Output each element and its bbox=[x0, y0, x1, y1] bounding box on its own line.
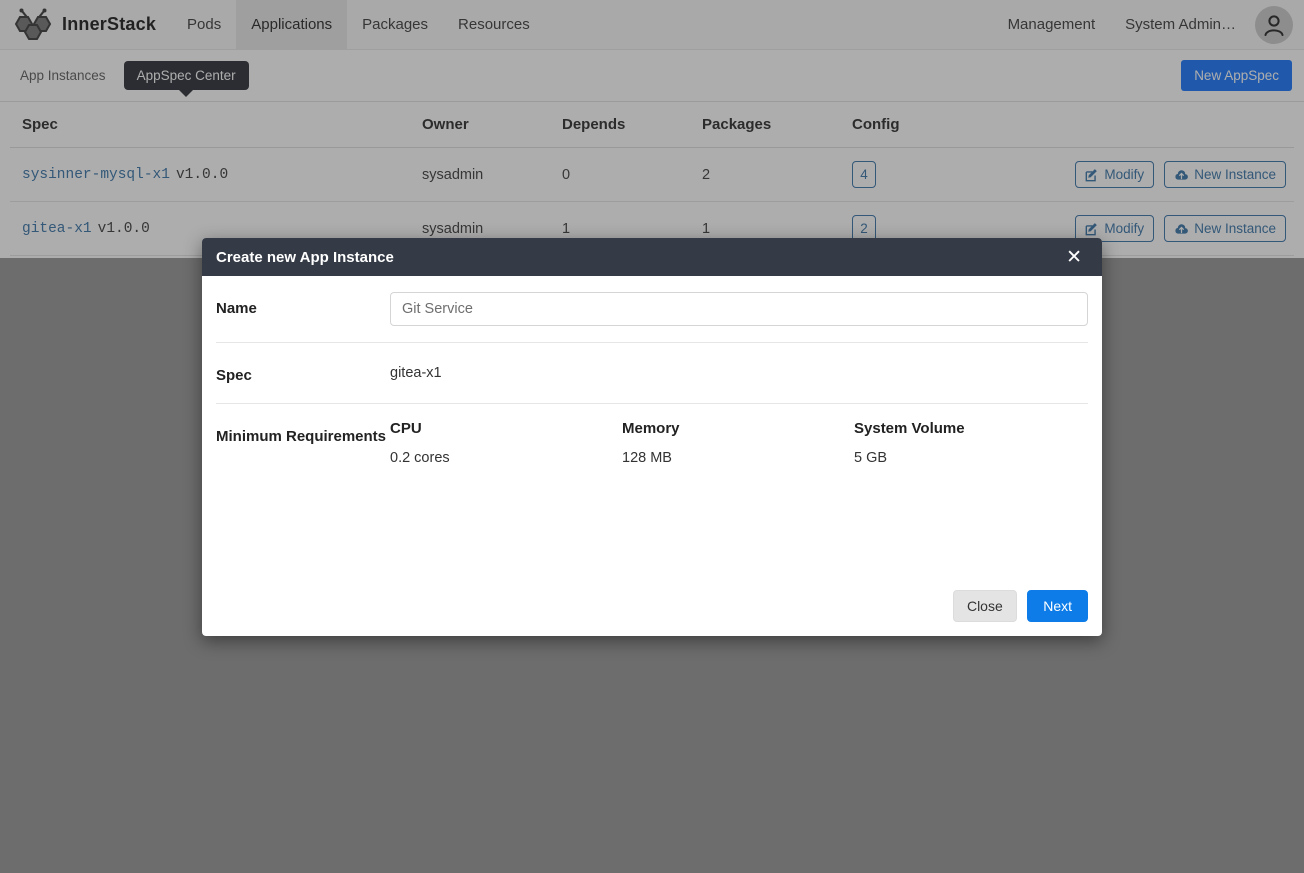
modal-header: Create new App Instance ✕ bbox=[202, 238, 1102, 276]
requirement-system-volume-title: System Volume bbox=[854, 419, 965, 437]
minimum-requirements-control: CPU 0.2 cores Memory 128 MB System Volum… bbox=[390, 420, 1088, 466]
minimum-requirements-label: Minimum Requirements bbox=[216, 427, 387, 445]
requirement-system-volume-value: 5 GB bbox=[854, 449, 888, 466]
requirement-system-volume: System Volume 5 GB bbox=[854, 420, 1086, 466]
field-row-name: Name bbox=[216, 276, 1088, 343]
name-input[interactable] bbox=[390, 292, 1088, 326]
requirement-cpu: CPU 0.2 cores bbox=[390, 420, 622, 466]
modal-title: Create new App Instance bbox=[216, 248, 394, 266]
name-control bbox=[390, 292, 1088, 326]
field-row-minimum-requirements: Minimum Requirements CPU 0.2 cores Memor… bbox=[216, 404, 1088, 482]
next-button[interactable]: Next bbox=[1027, 590, 1088, 622]
modal-body: Name Spec gitea-x1 Minimum Requirements … bbox=[202, 276, 1102, 578]
modal-footer: Close Next bbox=[202, 578, 1102, 636]
spec-value: gitea-x1 bbox=[390, 365, 442, 381]
requirement-memory-value: 128 MB bbox=[622, 449, 672, 466]
requirement-memory-title: Memory bbox=[622, 419, 680, 437]
requirement-memory: Memory 128 MB bbox=[622, 420, 854, 466]
requirements-grid: CPU 0.2 cores Memory 128 MB System Volum… bbox=[390, 420, 1088, 466]
name-label: Name bbox=[216, 300, 257, 317]
close-icon[interactable]: ✕ bbox=[1060, 247, 1088, 268]
field-row-spec: Spec gitea-x1 bbox=[216, 343, 1088, 404]
spec-label: Spec bbox=[216, 367, 252, 384]
requirement-cpu-value: 0.2 cores bbox=[390, 449, 450, 466]
create-app-instance-modal: Create new App Instance ✕ Name Spec gite… bbox=[202, 238, 1102, 636]
close-button[interactable]: Close bbox=[952, 590, 1017, 622]
spec-control: gitea-x1 bbox=[390, 359, 1088, 381]
requirement-cpu-title: CPU bbox=[390, 419, 422, 437]
